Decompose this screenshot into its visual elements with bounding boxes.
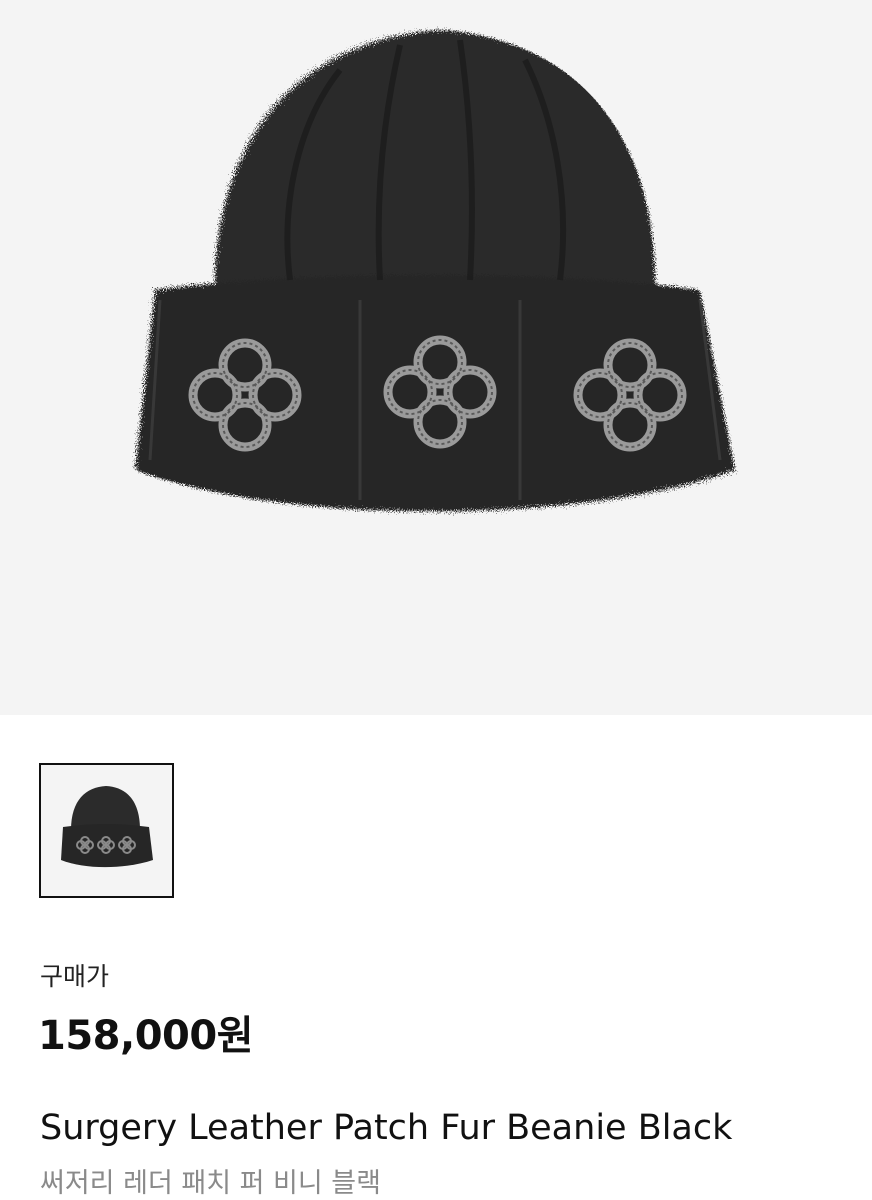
product-name-en: Surgery Leather Patch Fur Beanie Black [40,1108,733,1148]
fur-beanie-image [135,30,735,512]
fur-beanie-thumbnail [61,786,153,868]
product-name-ko: 써저리 레더 패치 퍼 비니 블랙 [40,1168,381,1199]
price-label: 구매가 [40,962,110,991]
thumbnail[interactable] [39,763,174,898]
product-image[interactable] [0,0,872,715]
price-value: 158,000원 [38,1013,254,1059]
